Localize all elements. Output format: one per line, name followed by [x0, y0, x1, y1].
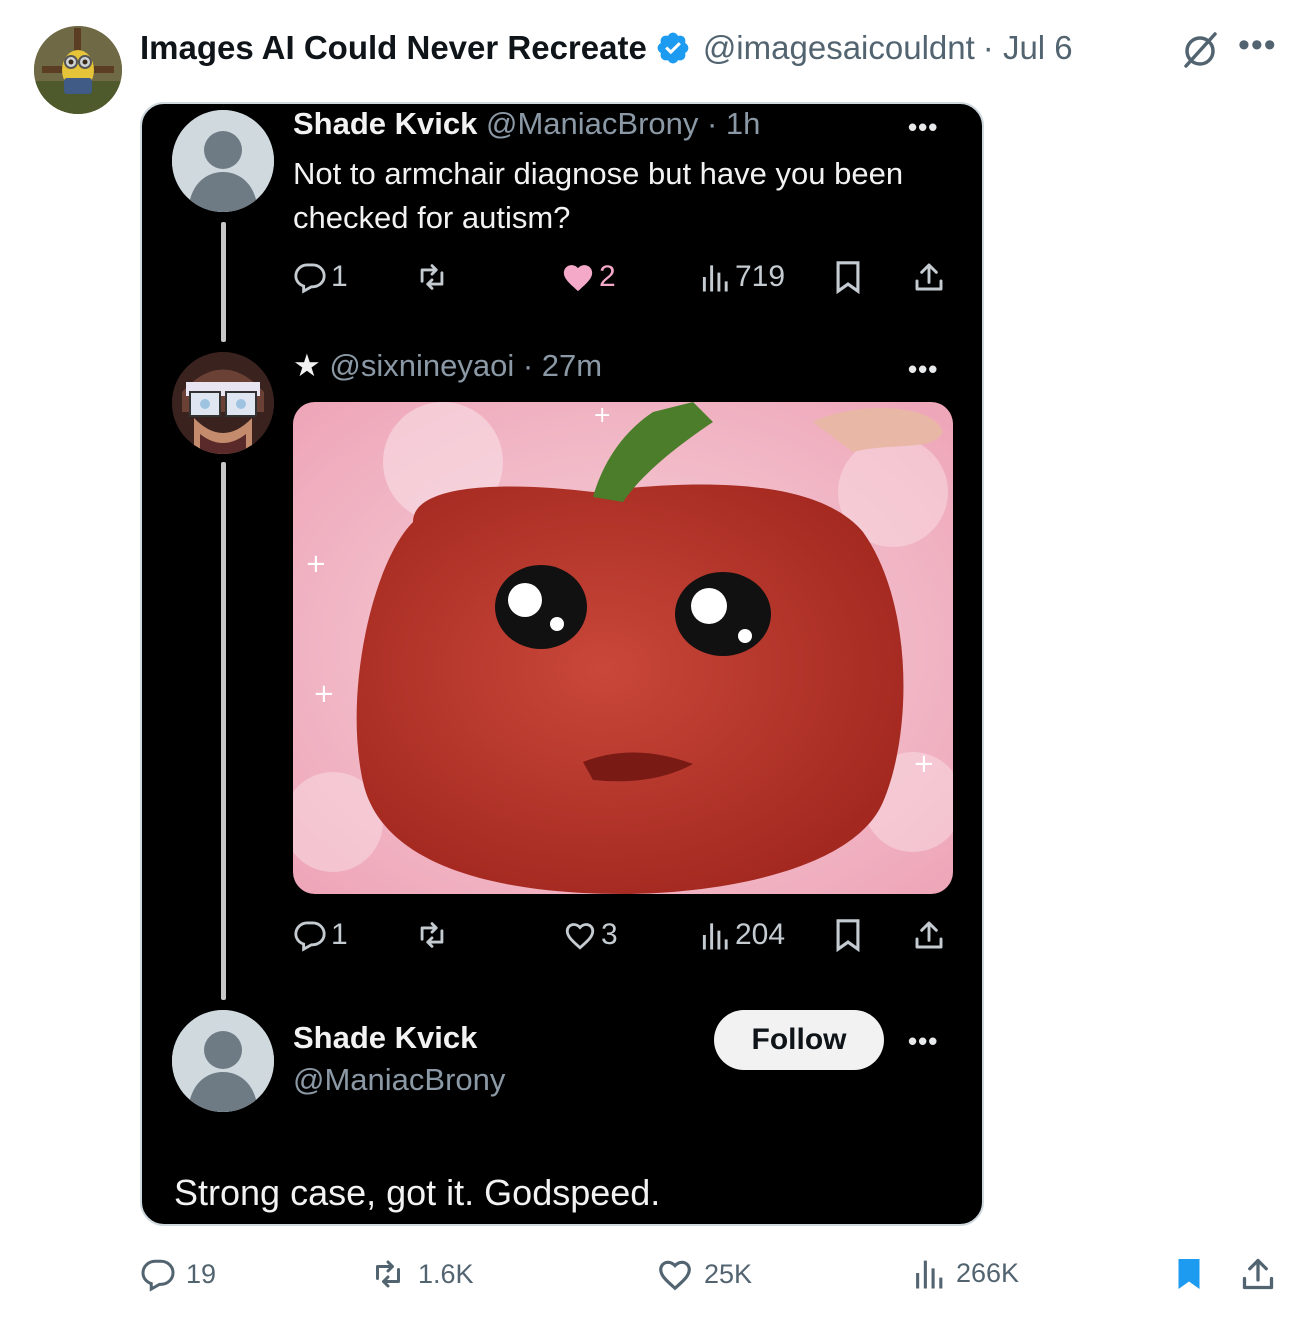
profile-name-row: Shade Kvick	[293, 1020, 477, 1056]
embedded-screenshot-image: Shade Kvick @ManiacBrony · 1h ••• Not to…	[140, 102, 984, 1226]
profile-handle: @ManiacBrony	[293, 1062, 506, 1097]
reply2-view-count: 204	[735, 918, 786, 951]
reply1-bookmark-icon	[833, 260, 863, 294]
reply2-reply-count: 1	[331, 918, 348, 951]
reply2-header: ★ @sixnineyaoi · 27m	[293, 348, 602, 384]
repost-count: 1.6K	[418, 1258, 474, 1289]
views-icon	[916, 1260, 943, 1289]
reply2-bookmark-icon	[833, 918, 863, 952]
reply1-like: 2	[561, 260, 616, 294]
reply-icon	[294, 263, 326, 294]
reply2-meta: @sixnineyaoi · 27m	[329, 348, 603, 383]
author-name[interactable]: Images AI Could Never Recreate	[140, 29, 647, 67]
svg-text:+: +	[305, 549, 327, 579]
svg-text:+: +	[313, 679, 335, 709]
tweet-header: Images AI Could Never Recreate @imagesai…	[140, 26, 1073, 70]
reply2-actions: 1 3 204	[293, 918, 953, 958]
share-icon[interactable]	[1240, 1256, 1276, 1292]
reply1-reply: 1	[293, 260, 348, 294]
repost-icon	[420, 264, 444, 290]
final-reply-text: Strong case, got it. Godspeed.	[174, 1172, 661, 1213]
reply1-text: Not to armchair diagnose but have you be…	[293, 156, 904, 235]
reply1-actions: 1 2 719	[293, 260, 953, 300]
reply1-share-icon	[913, 260, 945, 294]
author-avatar[interactable]	[34, 26, 122, 114]
crying-pepper-image: + + + +	[293, 402, 953, 894]
tweet-date[interactable]: · Jul 6	[983, 29, 1073, 67]
repost-button[interactable]: 1.6K	[368, 1256, 474, 1292]
reply1-more-icon: •••	[908, 112, 939, 142]
reply2-reply: 1	[293, 918, 348, 952]
default-avatar-icon	[172, 1010, 274, 1112]
anime-avatar-image	[172, 352, 274, 454]
default-avatar-icon	[172, 110, 274, 212]
views-button[interactable]: 266K	[914, 1256, 1019, 1290]
star-icon: ★	[293, 348, 321, 383]
heart-filled-icon	[563, 265, 593, 292]
reply1-views: 719	[701, 260, 785, 294]
bookmark-icon[interactable]	[1174, 1256, 1204, 1292]
reply-icon	[294, 921, 326, 952]
views-icon	[702, 265, 728, 292]
heart-icon	[659, 1260, 691, 1291]
thread-line	[221, 462, 226, 1000]
reply1-like-count: 2	[599, 260, 616, 293]
profile-handle-row: @ManiacBrony	[293, 1062, 505, 1098]
reply1-name: Shade Kvick	[293, 106, 478, 141]
reply2-share-icon	[913, 918, 945, 952]
svg-text:+: +	[913, 749, 935, 779]
reply2-like: 3	[563, 918, 618, 952]
thread-line	[221, 222, 226, 342]
reply1-header: Shade Kvick @ManiacBrony · 1h	[293, 106, 760, 142]
heart-icon	[565, 923, 595, 950]
repost-icon	[420, 922, 444, 948]
follow-button: Follow	[714, 1010, 884, 1070]
reply-button[interactable]: 19	[140, 1256, 216, 1292]
reply2-like-count: 3	[601, 918, 618, 951]
view-count: 266K	[956, 1257, 1020, 1288]
minion-scarecrow-avatar-image	[34, 26, 122, 114]
like-button[interactable]: 25K	[656, 1256, 752, 1292]
author-handle[interactable]: @imagesaicouldnt	[703, 29, 975, 67]
reply-icon	[141, 1259, 175, 1292]
views-icon	[702, 923, 728, 950]
grok-icon[interactable]	[1180, 30, 1220, 70]
reply2-more-icon: •••	[908, 354, 939, 384]
tweet-action-bar: 19 1.6K 25K 266K	[140, 1256, 1280, 1296]
svg-text:+: +	[593, 403, 611, 428]
verified-badge-icon[interactable]	[655, 30, 691, 66]
reply1-repost	[413, 260, 451, 294]
profile-more-icon: •••	[908, 1026, 939, 1056]
reply-count: 19	[186, 1258, 217, 1289]
more-icon[interactable]: •••	[1238, 28, 1277, 62]
reply2-views: 204	[701, 918, 785, 952]
reply1-reply-count: 1	[331, 260, 348, 293]
reply2-repost	[413, 918, 451, 952]
reply1-view-count: 719	[735, 260, 786, 293]
reply1-meta: @ManiacBrony · 1h	[486, 106, 761, 141]
profile-name: Shade Kvick	[293, 1020, 478, 1055]
like-count: 25K	[704, 1258, 753, 1289]
repost-icon	[376, 1260, 400, 1288]
